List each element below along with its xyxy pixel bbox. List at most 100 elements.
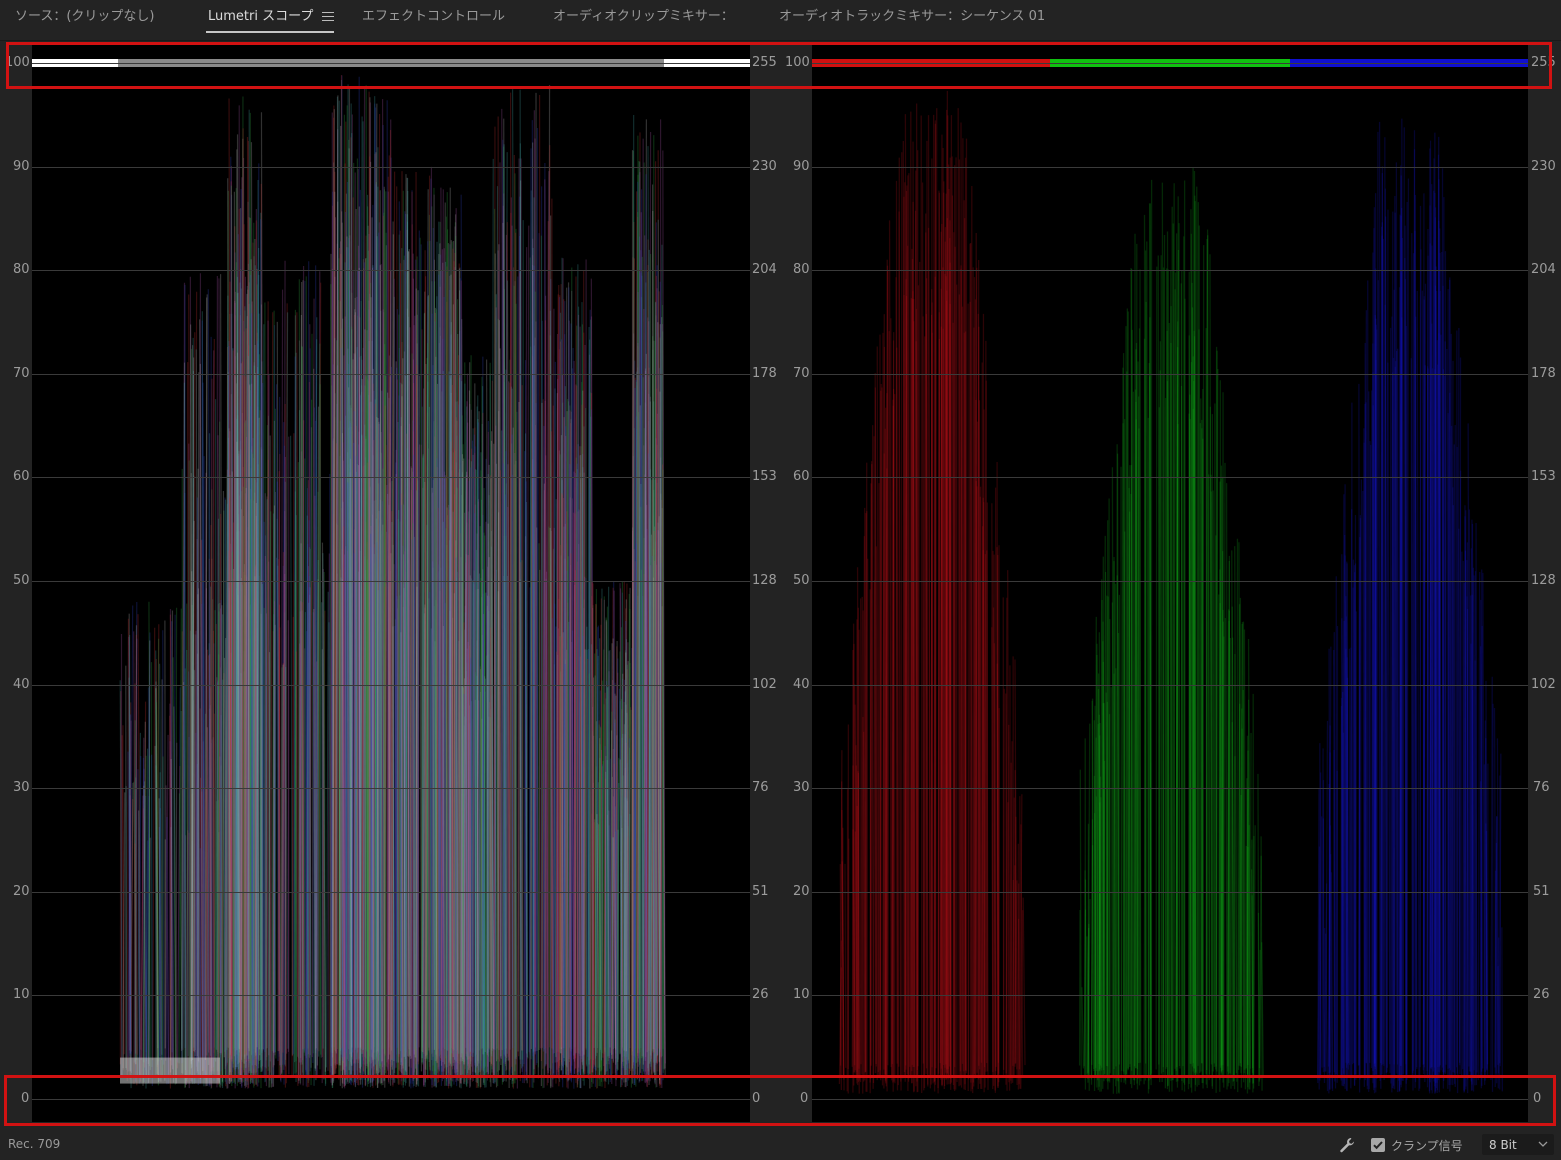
grid-line [32, 477, 750, 478]
parade-trace-stroke [1008, 724, 1011, 1091]
ire-tick-label: 40 [13, 677, 30, 692]
parade-trace-stroke [1017, 918, 1020, 1085]
code-value-tick-label: 76 [752, 780, 769, 795]
grid-line [812, 685, 1528, 686]
code-value-tick-label: 128 [1531, 573, 1556, 588]
ire-tick-label: 10 [793, 987, 810, 1002]
overlay-trace-stroke [537, 543, 540, 1068]
parade-trace-stroke [921, 182, 925, 1064]
grid-line [32, 63, 750, 64]
tab-lumetri-scopes[interactable]: Lumetri スコープ [208, 7, 313, 29]
grid-line [32, 270, 750, 271]
parade-trace-stroke [1096, 655, 1099, 1081]
overlay-trace-stroke [485, 655, 488, 1050]
code-value-tick-label: 153 [752, 469, 777, 484]
parade-trace-stroke [1170, 343, 1173, 1076]
parade-trace-stroke [1223, 462, 1226, 1088]
code-value-tick-label: 230 [1531, 159, 1556, 174]
parade-trace-stroke [957, 108, 960, 1087]
code-value-tick-label: 26 [1533, 987, 1550, 1002]
code-value-tick-label: 230 [752, 159, 777, 174]
overlay-trace-stroke [289, 435, 294, 1056]
parade-trace-stroke [862, 536, 866, 1082]
parade-trace-stroke [979, 486, 983, 1063]
ire-tick-label: 100 [5, 55, 30, 70]
overlay-trace-stroke [624, 797, 627, 1071]
ire-tick-label: 10 [13, 987, 30, 1002]
parade-trace-stroke [1081, 987, 1085, 1069]
grid-line [812, 788, 1528, 789]
ire-tick-label: 80 [13, 262, 30, 277]
ire-tick-label: 50 [793, 573, 810, 588]
parade-trace-stroke [915, 103, 918, 1093]
ire-tick-label: 60 [793, 469, 810, 484]
code-value-tick-label: 178 [1531, 366, 1556, 381]
parade-trace-stroke [923, 336, 926, 1077]
ire-tick-label: 30 [13, 780, 30, 795]
overlay-trace-stroke [574, 276, 577, 1059]
rgb-parade-waveform [812, 44, 1528, 1122]
menu-icon[interactable] [322, 9, 334, 23]
parade-trace-stroke [994, 487, 997, 1067]
code-value-tick-label: 204 [752, 262, 777, 277]
parade-trace-stroke [1469, 595, 1472, 1082]
parade-trace-stroke [1239, 597, 1242, 1074]
tab-audio-track-mixer[interactable]: オーディオトラックミキサー：シーケンス 01 [779, 7, 1045, 29]
parade-trace-stroke [1464, 516, 1467, 1090]
tab-effect-controls[interactable]: エフェクトコントロール [362, 7, 505, 29]
parade-trace-stroke [1194, 195, 1197, 1079]
ire-tick-label: 0 [800, 1091, 809, 1106]
overlay-trace-stroke [502, 463, 505, 1078]
overlay-trace-stroke [538, 95, 541, 1049]
parade-trace-stroke [1392, 357, 1395, 1065]
clamp-signal-label: クランプ信号 [1391, 1139, 1463, 1153]
code-value-tick-label: 178 [752, 366, 777, 381]
grid-line [32, 892, 750, 893]
grid-line [812, 374, 1528, 375]
overlay-trace-stroke [261, 584, 264, 1053]
parade-trace-stroke [940, 326, 943, 1085]
rgb-overlay-waveform [32, 44, 750, 1122]
overlay-trace-stroke [507, 506, 510, 1061]
parade-trace-stroke [1251, 895, 1254, 1084]
overlay-trace-stroke [610, 711, 613, 1080]
active-tab-indicator [206, 31, 334, 33]
scope-status-bar: Rec. 709 クランプ信号 8 Bit [0, 1128, 1561, 1160]
grid-line [32, 374, 750, 375]
parade-trace-stroke [890, 318, 893, 1081]
code-value-tick-label: 51 [752, 884, 769, 899]
parade-trace-stroke [1199, 423, 1202, 1073]
parade-trace-stroke [927, 115, 931, 1078]
overlay-trace-stroke [470, 467, 472, 1057]
parade-trace-stroke [1346, 677, 1349, 1070]
parade-trace-stroke [839, 967, 842, 1076]
parade-trace-stroke [1319, 743, 1322, 1078]
code-value-tick-label: 153 [1531, 469, 1556, 484]
ire-tick-label: 80 [793, 262, 810, 277]
tab-audio-clip-mixer[interactable]: オーディオクリップミキサー： [553, 7, 734, 29]
parade-trace-stroke [1412, 253, 1415, 1091]
ire-tick-label: 40 [793, 677, 810, 692]
ire-tick-label: 0 [21, 1091, 30, 1106]
parade-trace-stroke [1394, 366, 1396, 1080]
parade-trace-stroke [1257, 773, 1260, 1086]
bit-depth-select[interactable]: 8 Bit [1482, 1134, 1554, 1155]
parade-trace-stroke [877, 483, 880, 1076]
wrench-icon[interactable] [1338, 1136, 1356, 1154]
overlay-trace-stroke [478, 573, 481, 1072]
overlay-trace-stroke [617, 782, 620, 1060]
code-value-tick-label: 102 [752, 677, 777, 692]
overlay-trace-stroke [532, 197, 535, 1052]
tab-source[interactable]: ソース：(クリップなし) [15, 7, 155, 29]
ire-tick-label: 90 [793, 159, 810, 174]
waveform-parade-trace [812, 59, 1528, 1094]
clamp-signal-checkbox[interactable] [1371, 1138, 1385, 1152]
ire-tick-label: 20 [13, 884, 30, 899]
parade-trace-stroke [1166, 231, 1169, 1086]
ire-tick-label: 50 [13, 573, 30, 588]
parade-trace-stroke [1258, 949, 1261, 1069]
overlay-trace-stroke [316, 661, 319, 1066]
parade-trace-stroke [1480, 599, 1482, 1089]
parade-trace-stroke [1358, 383, 1361, 1093]
color-space-label[interactable]: Rec. 709 [8, 1137, 60, 1151]
